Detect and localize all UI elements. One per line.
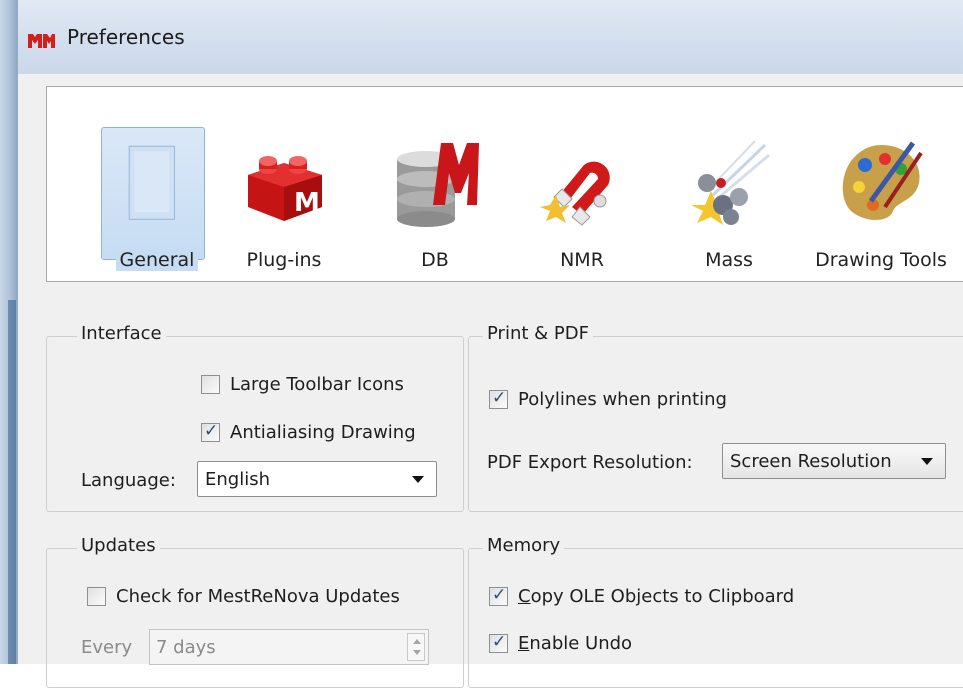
memory-group: Memory Copy OLE Objects to Clipboard Ena… <box>468 535 963 688</box>
check-updates-checkbox[interactable] <box>87 587 106 606</box>
print-pdf-group-title: Print & PDF <box>483 323 593 344</box>
palette-icon <box>842 141 923 220</box>
tab-db[interactable]: DB <box>375 127 495 277</box>
polylines-checkbox[interactable] <box>489 388 508 409</box>
chevron-down-icon <box>412 476 424 483</box>
tab-mass[interactable]: Mass <box>669 127 789 277</box>
antialiasing-option[interactable]: Antialiasing Drawing <box>201 421 416 443</box>
mestrenova-app-icon <box>28 34 55 48</box>
check-updates-option[interactable]: Check for MestReNova Updates <box>87 586 400 607</box>
tab-general[interactable]: General <box>97 127 217 277</box>
tab-db-label: DB <box>421 249 449 271</box>
language-label: Language: <box>81 470 176 491</box>
antialiasing-checkbox[interactable] <box>201 421 220 442</box>
chevron-down-icon <box>921 458 933 465</box>
tab-plug-ins[interactable]: M Plug-ins <box>224 127 344 277</box>
enable-undo-label: Enable Undo <box>518 633 633 654</box>
large-toolbar-icons-checkbox[interactable] <box>201 375 220 394</box>
tab-nmr-label: NMR <box>560 249 604 271</box>
updates-group: Updates Check for MestReNova Updates Eve… <box>46 535 464 688</box>
update-interval-spinbox[interactable]: 7 days <box>149 629 429 665</box>
general-page-icon <box>128 145 175 220</box>
plugin-brick-icon: M <box>248 156 322 221</box>
pdf-resolution-select[interactable]: Screen Resolution <box>722 443 946 479</box>
preferences-toolbar: General M Plug-ins DB NMR Mass Drawing T… <box>46 86 963 282</box>
pdf-resolution-value: Screen Resolution <box>730 450 892 472</box>
large-toolbar-icons-option[interactable]: Large Toolbar Icons <box>201 374 404 395</box>
enable-undo-checkbox[interactable] <box>489 632 508 653</box>
update-interval-value: 7 days <box>156 636 216 658</box>
tab-mass-label: Mass <box>705 249 753 271</box>
copy-ole-label: Copy OLE Objects to Clipboard <box>518 586 795 607</box>
interface-group: Interface Large Toolbar Icons Antialiasi… <box>46 323 464 512</box>
polylines-option[interactable]: Polylines when printing <box>489 388 727 410</box>
tab-drawing-tools-label: Drawing Tools <box>815 249 947 271</box>
tab-drawing-tools[interactable]: Drawing Tools <box>809 127 953 277</box>
pdf-resolution-label: PDF Export Resolution: <box>487 452 693 473</box>
tab-general-label: General <box>115 249 199 271</box>
enable-undo-option[interactable]: Enable Undo <box>489 632 633 654</box>
language-select[interactable]: English <box>197 461 437 497</box>
preferences-content: General M Plug-ins DB NMR Mass Drawing T… <box>18 74 963 688</box>
print-pdf-group: Print & PDF Polylines when printing PDF … <box>468 323 963 512</box>
database-icon <box>397 143 479 227</box>
interface-group-title: Interface <box>77 323 166 344</box>
copy-ole-option[interactable]: Copy OLE Objects to Clipboard <box>489 585 795 607</box>
svg-text:M: M <box>294 188 320 218</box>
spin-arrows-icon[interactable] <box>407 633 425 661</box>
check-updates-label: Check for MestReNova Updates <box>116 586 400 607</box>
window-frame <box>0 0 18 664</box>
language-value: English <box>205 468 270 490</box>
copy-ole-checkbox[interactable] <box>489 585 508 606</box>
every-label: Every <box>81 637 133 658</box>
tab-nmr[interactable]: NMR <box>522 127 642 277</box>
title-bar: Preferences <box>18 0 963 74</box>
antialiasing-label: Antialiasing Drawing <box>230 422 416 443</box>
tab-plug-ins-label: Plug-ins <box>246 249 322 271</box>
updates-group-title: Updates <box>77 535 160 556</box>
polylines-label: Polylines when printing <box>518 389 727 410</box>
magnet-icon <box>540 161 610 226</box>
large-toolbar-icons-label: Large Toolbar Icons <box>230 374 404 395</box>
memory-group-title: Memory <box>483 535 565 556</box>
window-title: Preferences <box>67 25 185 49</box>
mass-spec-icon <box>691 140 770 225</box>
